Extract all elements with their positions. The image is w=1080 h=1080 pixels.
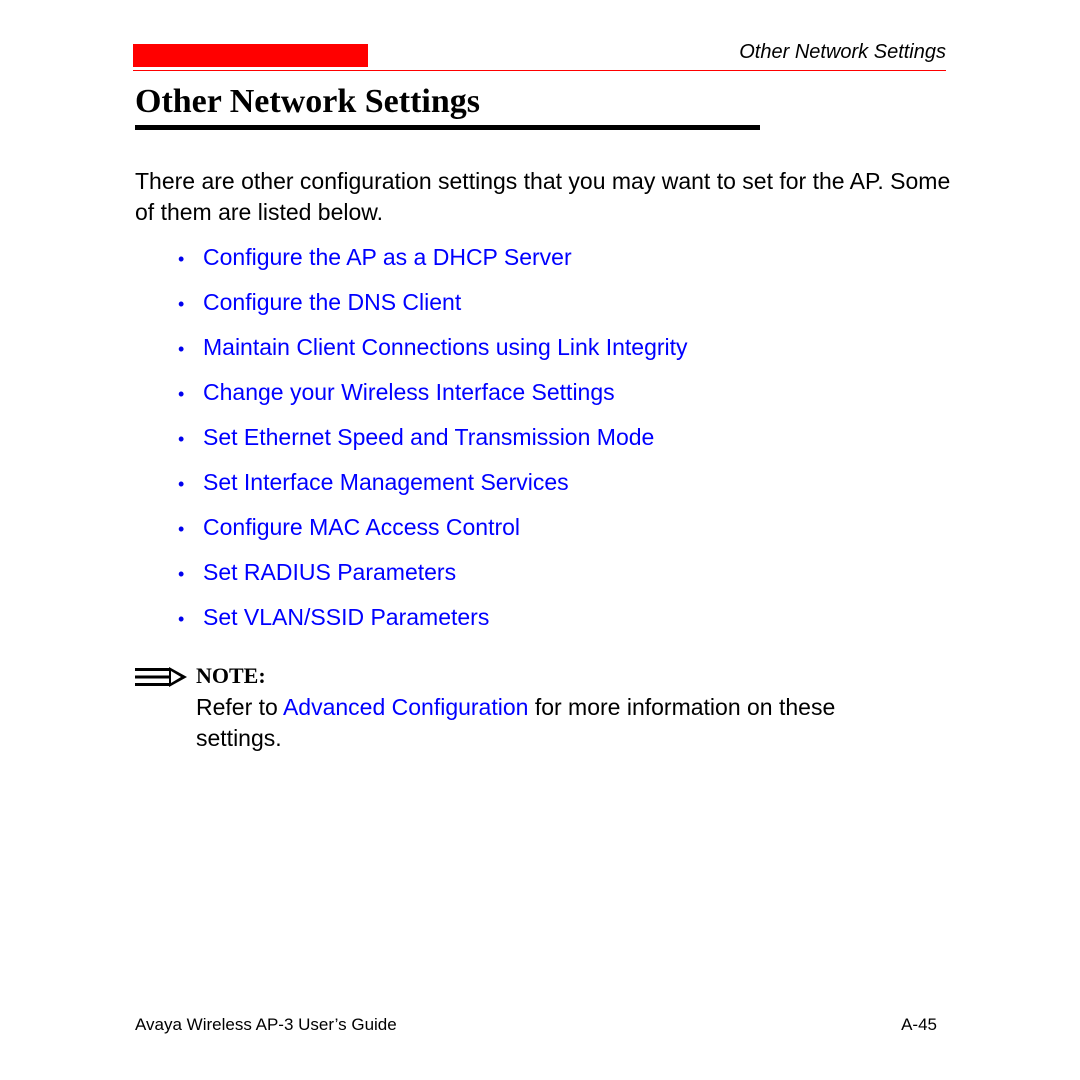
running-header: Other Network Settings [739,41,946,63]
list-item: • Configure the AP as a DHCP Server [178,240,688,285]
list-item: • Configure MAC Access Control [178,510,688,555]
list-item: • Change your Wireless Interface Settings [178,375,688,420]
link-dhcp-server[interactable]: Configure the AP as a DHCP Server [203,240,572,274]
list-item: • Set RADIUS Parameters [178,555,688,600]
note-text-before: Refer to [196,694,283,720]
link-wireless-interface[interactable]: Change your Wireless Interface Settings [203,375,615,409]
note-body: Refer to Advanced Configuration for more… [196,692,926,754]
link-ethernet-speed[interactable]: Set Ethernet Speed and Transmission Mode [203,420,654,454]
link-management-services[interactable]: Set Interface Management Services [203,465,569,499]
link-advanced-configuration[interactable]: Advanced Configuration [283,694,529,720]
link-vlan-ssid-parameters[interactable]: Set VLAN/SSID Parameters [203,600,489,634]
bullet-icon: • [178,339,185,359]
settings-link-list: • Configure the AP as a DHCP Server • Conf… [178,240,688,645]
link-mac-access-control[interactable]: Configure MAC Access Control [203,510,520,544]
link-dns-client[interactable]: Configure the DNS Client [203,285,461,319]
bullet-icon: • [178,249,185,269]
link-radius-parameters[interactable]: Set RADIUS Parameters [203,555,456,589]
note-label: NOTE: [196,663,266,688]
intro-paragraph: There are other configuration settings t… [135,168,951,225]
footer-page-number: A-45 [901,1015,937,1034]
title-underline [135,125,760,130]
link-link-integrity[interactable]: Maintain Client Connections using Link I… [203,330,688,364]
header-accent-bar [133,44,368,67]
bullet-icon: • [178,429,185,449]
footer-guide-title: Avaya Wireless AP-3 User’s Guide [135,1015,397,1034]
list-item: • Set Ethernet Speed and Transmission Mod… [178,420,688,465]
header-rule [133,70,946,71]
bullet-icon: • [178,474,185,494]
bullet-icon: • [178,519,185,539]
note-arrow-icon [135,667,187,687]
list-item: • Set VLAN/SSID Parameters [178,600,688,645]
bullet-icon: • [178,564,185,584]
bullet-icon: • [178,294,185,314]
list-item: • Configure the DNS Client [178,285,688,330]
bullet-icon: • [178,384,185,404]
list-item: • Maintain Client Connections using Link … [178,330,688,375]
list-item: • Set Interface Management Services [178,465,688,510]
page-title: Other Network Settings [135,83,480,120]
bullet-icon: • [178,609,185,629]
